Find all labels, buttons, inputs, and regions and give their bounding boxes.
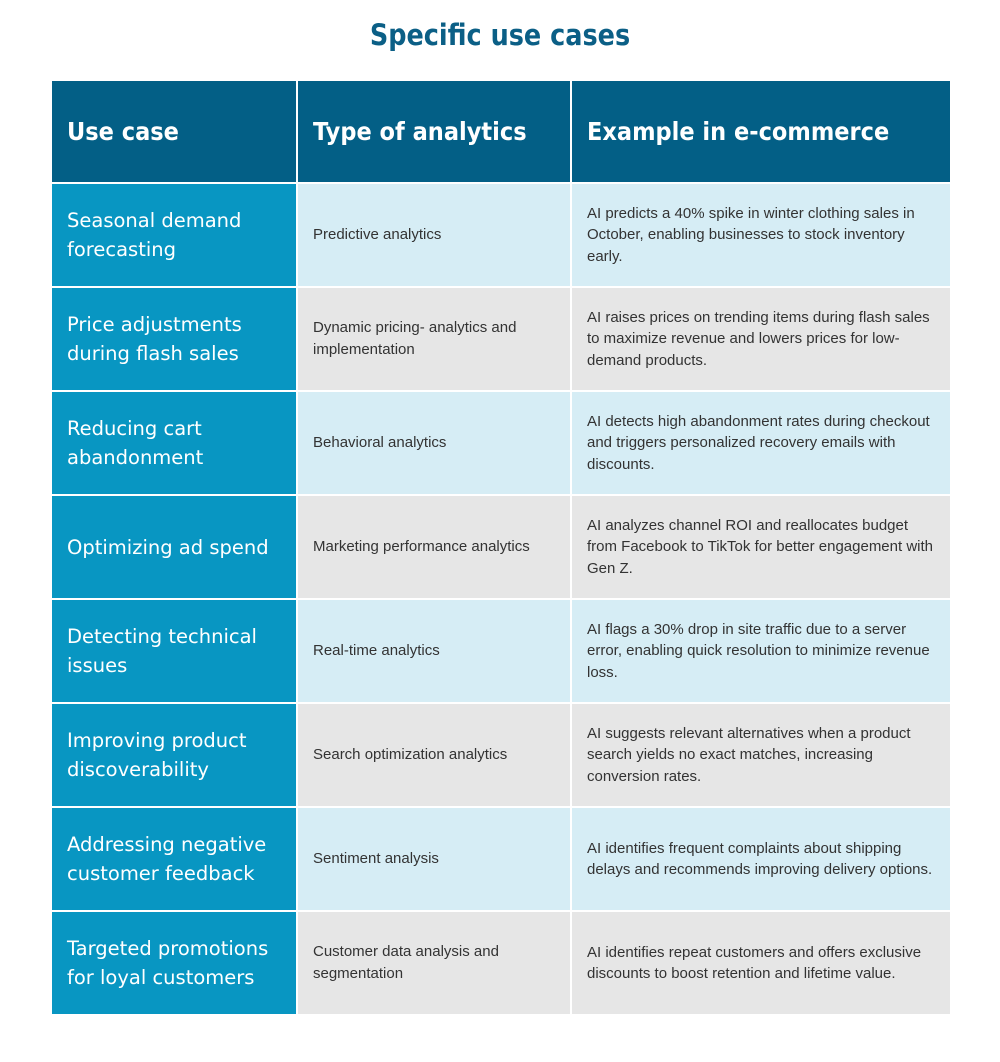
example-cell: AI identifies frequent complaints about … bbox=[570, 806, 952, 912]
analytics-type-cell: Sentiment analysis bbox=[296, 806, 572, 912]
use-case-text: Reducing cart abandonment bbox=[67, 417, 204, 469]
header-example: Example in e-commerce bbox=[570, 79, 952, 184]
table-row: Seasonal demand forecasting Predictive a… bbox=[50, 182, 952, 288]
use-case-cell: Seasonal demand forecasting bbox=[50, 182, 298, 288]
use-case-cell: Reducing cart abandonment bbox=[50, 390, 298, 496]
table-header-row: Use case Type of analytics Example in e-… bbox=[50, 79, 952, 184]
use-case-text: Addressing negative customer feedback bbox=[67, 833, 267, 885]
analytics-type-cell: Real-time analytics bbox=[296, 598, 572, 704]
use-case-cell: Improving product discoverability bbox=[50, 702, 298, 808]
header-type-of-analytics: Type of analytics bbox=[296, 79, 572, 184]
table-row: Price adjustments during flash sales Dyn… bbox=[50, 286, 952, 392]
header-use-case-label: Use case bbox=[67, 117, 179, 146]
table-row: Detecting technical issues Real-time ana… bbox=[50, 598, 952, 704]
analytics-type-cell: Marketing performance analytics bbox=[296, 494, 572, 600]
use-case-text: Targeted promotions for loyal customers bbox=[67, 937, 269, 989]
header-type-label: Type of analytics bbox=[313, 117, 527, 146]
table-row: Improving product discoverability Search… bbox=[50, 702, 952, 808]
table-row: Optimizing ad spend Marketing performanc… bbox=[50, 494, 952, 600]
example-cell: AI predicts a 40% spike in winter clothi… bbox=[570, 182, 952, 288]
table-row: Targeted promotions for loyal customers … bbox=[50, 910, 952, 1016]
table-row: Reducing cart abandonment Behavioral ana… bbox=[50, 390, 952, 496]
use-case-cell: Price adjustments during flash sales bbox=[50, 286, 298, 392]
use-case-cell: Targeted promotions for loyal customers bbox=[50, 910, 298, 1016]
use-cases-table: Use case Type of analytics Example in e-… bbox=[50, 79, 952, 1016]
example-cell: AI suggests relevant alternatives when a… bbox=[570, 702, 952, 808]
header-example-label: Example in e-commerce bbox=[587, 117, 890, 146]
example-cell: AI raises prices on trending items durin… bbox=[570, 286, 952, 392]
example-cell: AI identifies repeat customers and offer… bbox=[570, 910, 952, 1016]
example-cell: AI detects high abandonment rates during… bbox=[570, 390, 952, 496]
use-case-text: Detecting technical issues bbox=[67, 625, 257, 677]
use-case-text: Improving product discoverability bbox=[67, 729, 247, 781]
use-case-cell: Optimizing ad spend bbox=[50, 494, 298, 600]
example-cell: AI analyzes channel ROI and reallocates … bbox=[570, 494, 952, 600]
use-case-cell: Detecting technical issues bbox=[50, 598, 298, 704]
analytics-type-cell: Behavioral analytics bbox=[296, 390, 572, 496]
analytics-type-cell: Predictive analytics bbox=[296, 182, 572, 288]
example-cell: AI flags a 30% drop in site traffic due … bbox=[570, 598, 952, 704]
page-title: Specific use cases bbox=[369, 18, 631, 52]
use-case-text: Price adjustments during flash sales bbox=[67, 313, 242, 365]
use-case-text: Seasonal demand forecasting bbox=[67, 209, 242, 261]
table-row: Addressing negative customer feedback Se… bbox=[50, 806, 952, 912]
use-case-text: Optimizing ad spend bbox=[67, 535, 269, 559]
analytics-type-cell: Customer data analysis and segmentation bbox=[296, 910, 572, 1016]
header-use-case: Use case bbox=[50, 79, 298, 184]
use-case-cell: Addressing negative customer feedback bbox=[50, 806, 298, 912]
analytics-type-cell: Search optimization analytics bbox=[296, 702, 572, 808]
analytics-type-cell: Dynamic pricing- analytics and implement… bbox=[296, 286, 572, 392]
